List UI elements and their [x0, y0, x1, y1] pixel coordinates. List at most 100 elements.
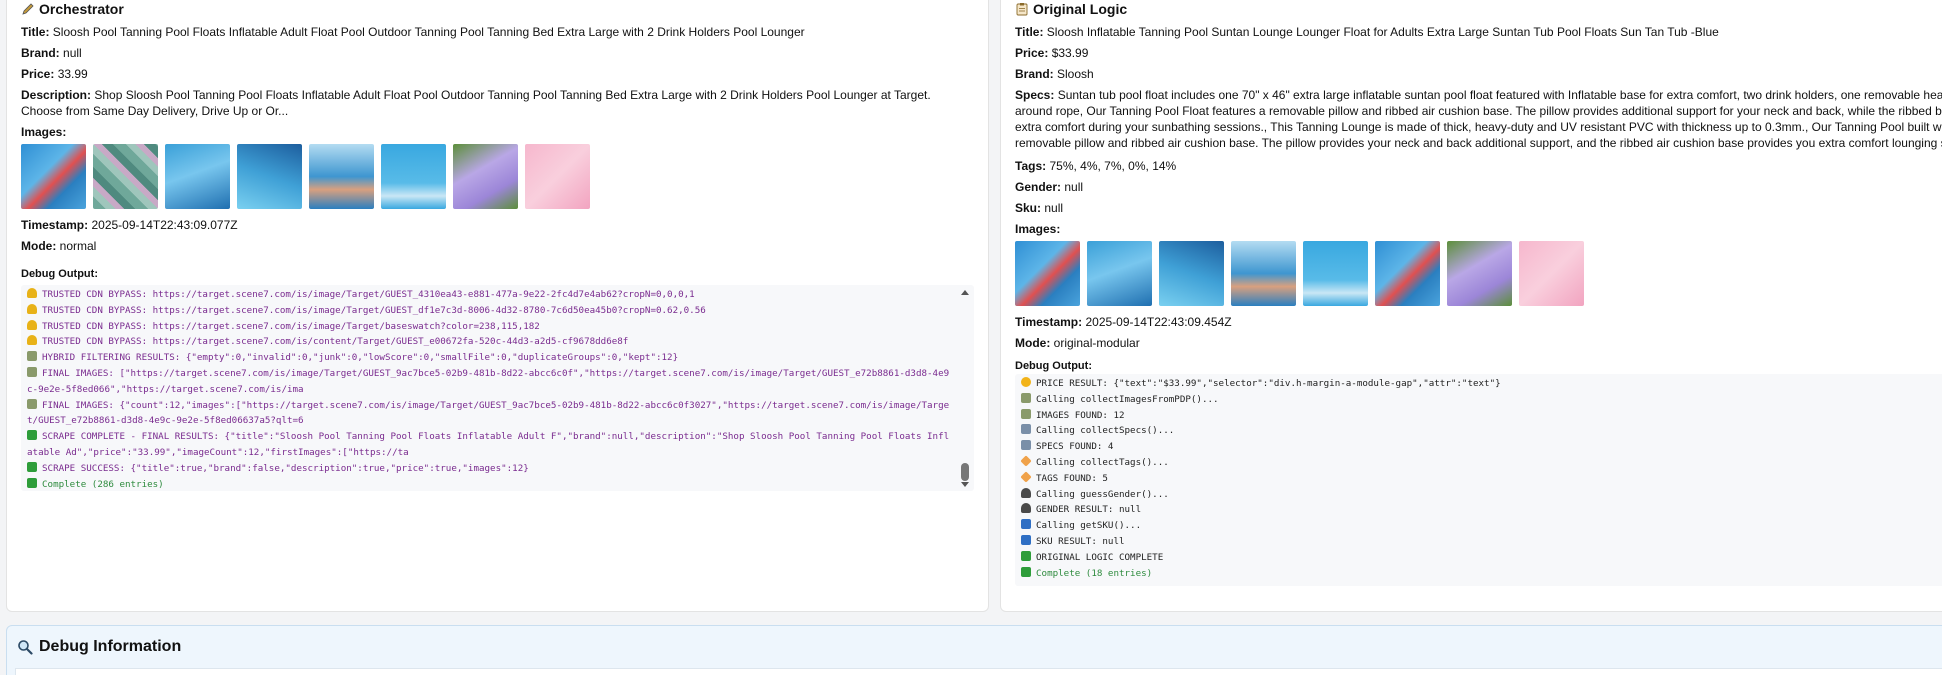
log-text: SKU RESULT: null: [1036, 535, 1125, 547]
product-thumbnail[interactable]: [1519, 241, 1584, 306]
log-text: TRUSTED CDN BYPASS: https://target.scene…: [42, 336, 629, 348]
log-line: FINAL IMAGES: {"count":12,"images":["htt…: [27, 398, 952, 430]
title-label: Title:: [21, 25, 50, 39]
product-thumbnail[interactable]: [525, 144, 590, 209]
gender-row: Gender: null: [1015, 179, 1942, 195]
image-gallery: [21, 144, 974, 209]
check-icon: [27, 477, 37, 488]
log-text: Calling guessGender()...: [1036, 488, 1169, 500]
brand-row: Brand: Sloosh: [1015, 66, 1942, 82]
tag-icon: [1020, 455, 1032, 467]
images-label: Images:: [21, 125, 67, 139]
picture-icon: [27, 351, 37, 362]
tags-label: Tags:: [1015, 159, 1047, 173]
log-line: Calling getSKU()...: [1021, 518, 1939, 534]
log-text: Calling collectSpecs()...: [1036, 425, 1175, 437]
product-thumbnail[interactable]: [237, 144, 302, 209]
tag-icon: [1020, 471, 1032, 483]
log-text: Complete (286 entries): [42, 478, 164, 490]
product-thumbnail[interactable]: [1303, 241, 1368, 306]
log-text: TRUSTED CDN BYPASS: https://target.scene…: [42, 304, 706, 316]
images-row: Images:: [21, 124, 974, 140]
log-text: PRICE RESULT: {"text":"$33.99","selector…: [1036, 378, 1501, 389]
check-icon: [1021, 566, 1031, 577]
coin-icon: [1021, 377, 1031, 387]
log-scrollbar[interactable]: [960, 287, 970, 489]
scrollbar-thumb[interactable]: [961, 463, 969, 481]
debug-output-log[interactable]: TRUSTED CDN BYPASS: https://target.scene…: [21, 285, 974, 491]
price-row: Price: 33.99: [21, 66, 974, 82]
product-thumbnail[interactable]: [309, 144, 374, 209]
price-value: 33.99: [57, 67, 88, 81]
timestamp-value: 2025-09-14T22:43:09.454Z: [1085, 315, 1232, 329]
log-line: SCRAPE SUCCESS: {"title":true,"brand":fa…: [27, 461, 952, 477]
lock-icon: [27, 303, 37, 314]
log-text: IMAGES FOUND: 12: [1036, 409, 1125, 421]
log-line: TAGS FOUND: 5: [1020, 471, 1939, 487]
product-thumbnail[interactable]: [1447, 241, 1512, 306]
log-text: TRUSTED CDN BYPASS: https://target.scene…: [42, 320, 540, 332]
title-value: Sloosh Inflatable Tanning Pool Suntan Lo…: [1046, 25, 1719, 39]
log-line: TRUSTED CDN BYPASS: https://target.scene…: [27, 334, 952, 350]
specs-row: Specs: Suntan tub pool float includes on…: [1015, 87, 1942, 153]
description-label: Description:: [21, 88, 92, 102]
debug-information-title: Debug Information: [39, 638, 182, 655]
search-icon: [17, 639, 33, 655]
timestamp-row: Timestamp: 2025-09-14T22:43:09.077Z: [21, 217, 974, 233]
log-line: FINAL IMAGES: ["https://target.scene7.co…: [27, 366, 952, 398]
log-line: SKU RESULT: null: [1021, 534, 1939, 550]
pencil-icon: [21, 2, 35, 16]
product-thumbnail[interactable]: [21, 144, 86, 209]
log-text: Calling collectTags()...: [1036, 456, 1169, 468]
mode-label: Mode:: [21, 239, 57, 253]
images-row: Images:: [1015, 221, 1942, 237]
log-text: Calling getSKU()...: [1036, 520, 1142, 532]
log-line: ORIGINAL LOGIC COMPLETE: [1021, 550, 1939, 566]
debug-output-label: Debug Output:: [1015, 360, 1092, 372]
scroll-down-icon[interactable]: [961, 482, 969, 487]
log-line: Complete (18 entries): [1021, 566, 1939, 582]
original-logic-heading: Original Logic: [1015, 1, 1942, 17]
gender-value: null: [1064, 180, 1084, 194]
person-icon: [1021, 503, 1031, 514]
orchestrator-heading: Orchestrator: [21, 1, 974, 17]
log-line: PRICE RESULT: {"text":"$33.99","selector…: [1021, 376, 1939, 392]
brand-value: null: [63, 46, 82, 60]
title-label: Title:: [1015, 25, 1044, 39]
debug-information-body: [15, 668, 1942, 675]
log-text: SCRAPE SUCCESS: {"title":true,"brand":fa…: [42, 462, 529, 474]
title-row: Title: Sloosh Inflatable Tanning Pool Su…: [1015, 24, 1942, 40]
description-value: Shop Sloosh Pool Tanning Pool Floats Inf…: [21, 88, 931, 118]
mode-row: Mode: original-modular: [1015, 335, 1942, 351]
product-thumbnail[interactable]: [381, 144, 446, 209]
log-text: FINAL IMAGES: ["https://target.scene7.co…: [27, 367, 950, 395]
debug-information-panel: Debug Information: [6, 625, 1942, 675]
product-thumbnail[interactable]: [1231, 241, 1296, 306]
picture-icon: [1021, 408, 1031, 419]
log-text: Complete (18 entries): [1036, 567, 1153, 579]
brand-row: Brand: null: [21, 45, 974, 61]
debug-output-log[interactable]: PRICE RESULT: {"text":"$33.99","selector…: [1015, 374, 1942, 586]
log-line: IMAGES FOUND: 12: [1021, 408, 1939, 424]
scroll-up-icon[interactable]: [961, 290, 969, 295]
product-thumbnail[interactable]: [1087, 241, 1152, 306]
product-thumbnail[interactable]: [1159, 241, 1224, 306]
product-thumbnail[interactable]: [453, 144, 518, 209]
picture-icon: [27, 366, 37, 377]
description-row: Description: Shop Sloosh Pool Tanning Po…: [21, 87, 974, 119]
check-icon: [27, 430, 37, 441]
log-line: HYBRID FILTERING RESULTS: {"empty":0,"in…: [27, 350, 952, 366]
lock-icon: [27, 288, 37, 298]
product-thumbnail[interactable]: [1015, 241, 1080, 306]
product-thumbnail[interactable]: [93, 144, 158, 209]
specs-value: Suntan tub pool float includes one 70" x…: [1015, 88, 1942, 153]
product-thumbnail[interactable]: [1375, 241, 1440, 306]
product-thumbnail[interactable]: [165, 144, 230, 209]
title-value: Sloosh Pool Tanning Pool Floats Inflatab…: [52, 25, 805, 39]
timestamp-row: Timestamp: 2025-09-14T22:43:09.454Z: [1015, 314, 1942, 330]
debug-output-label: Debug Output:: [21, 268, 98, 280]
log-text: HYBRID FILTERING RESULTS: {"empty":0,"in…: [42, 352, 679, 364]
tags-row: Tags: 75%, 4%, 7%, 0%, 14%: [1015, 158, 1942, 174]
picture-icon: [1021, 392, 1031, 403]
log-text: TAGS FOUND: 5: [1036, 472, 1108, 484]
